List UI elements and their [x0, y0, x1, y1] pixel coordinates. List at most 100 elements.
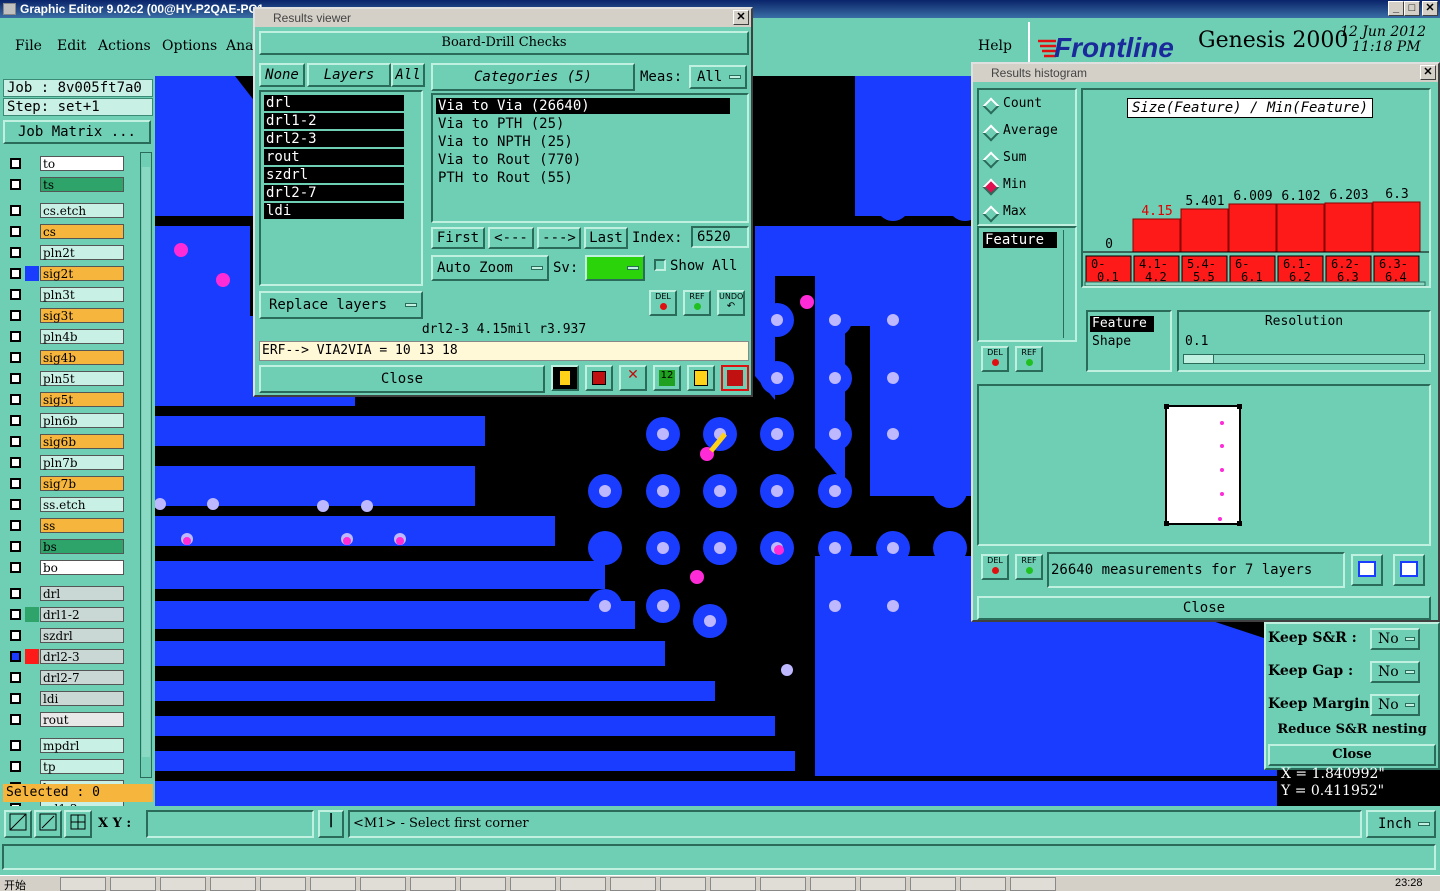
- layer-name[interactable]: sig5t: [40, 392, 124, 407]
- del-button[interactable]: DEL: [649, 290, 677, 316]
- layer-row[interactable]: ss: [6, 518, 125, 533]
- layer-name[interactable]: sig3t: [40, 308, 124, 323]
- histogram-bar[interactable]: [1372, 201, 1421, 253]
- layer-color-swatch[interactable]: [25, 266, 39, 281]
- layer-name[interactable]: pln5t: [40, 371, 124, 386]
- layer-checkbox[interactable]: [10, 179, 21, 190]
- layer-row[interactable]: pln5t: [6, 371, 125, 386]
- maximize-icon[interactable]: □: [1404, 1, 1420, 16]
- layer-row[interactable]: pln3t: [6, 287, 125, 302]
- keep-sr-dropdown[interactable]: No: [1370, 628, 1420, 650]
- layer-color-swatch[interactable]: [25, 455, 39, 470]
- undo-button[interactable]: UNDO ↶: [717, 290, 745, 316]
- chart-settings-icon[interactable]: [1393, 554, 1425, 586]
- layer-row[interactable]: sig6b: [6, 434, 125, 449]
- layer-name[interactable]: sig7b: [40, 476, 124, 491]
- layer-color-swatch[interactable]: [25, 607, 39, 622]
- histogram-icon[interactable]: [721, 365, 749, 391]
- ref-button[interactable]: REF: [683, 290, 711, 316]
- mode-radio-max[interactable]: [982, 205, 1000, 223]
- taskbar-item[interactable]: [310, 877, 356, 891]
- sv-color-dropdown[interactable]: [585, 255, 645, 281]
- layer-checkbox[interactable]: [10, 562, 21, 573]
- feature-shape-list[interactable]: Feature Shape: [1086, 310, 1172, 372]
- taskbar-item[interactable]: [410, 877, 456, 891]
- layer-checkbox[interactable]: [10, 394, 21, 405]
- menu-actions[interactable]: Actions: [98, 38, 151, 54]
- layer-name[interactable]: bo: [40, 560, 124, 575]
- layer-checkbox[interactable]: [10, 268, 21, 279]
- layer-checkbox[interactable]: [10, 630, 21, 641]
- layer-row[interactable]: bo: [6, 560, 125, 575]
- layer-color-swatch[interactable]: [25, 539, 39, 554]
- category-list-item[interactable]: Via to NPTH (25): [436, 134, 730, 150]
- layer-checkbox[interactable]: [10, 761, 21, 772]
- layer-color-swatch[interactable]: [25, 245, 39, 260]
- layer-row[interactable]: cs.etch: [6, 203, 125, 218]
- shape-option[interactable]: Shape: [1090, 334, 1154, 350]
- layer-row[interactable]: pln7b: [6, 455, 125, 470]
- taskbar-item[interactable]: [760, 877, 806, 891]
- menu-analysis[interactable]: Ana: [226, 38, 253, 54]
- taskbar-item[interactable]: [510, 877, 556, 891]
- layer-checkbox[interactable]: [10, 226, 21, 237]
- taskbar-item[interactable]: [560, 877, 606, 891]
- taskbar-item[interactable]: [260, 877, 306, 891]
- layer-color-swatch[interactable]: [25, 759, 39, 774]
- layer-color-swatch[interactable]: [25, 518, 39, 533]
- layer-color-swatch[interactable]: [25, 224, 39, 239]
- measure-icon[interactable]: [34, 810, 62, 838]
- feature-list[interactable]: Feature: [977, 226, 1077, 342]
- category-list-item[interactable]: Via to Via (26640): [436, 98, 730, 114]
- results-viewer-close-icon[interactable]: ✕: [733, 10, 749, 25]
- layer-checkbox[interactable]: [10, 693, 21, 704]
- layer-row[interactable]: drl2-7: [6, 670, 125, 685]
- feature-option[interactable]: Feature: [1090, 316, 1154, 332]
- layer-name[interactable]: ldi: [40, 691, 124, 706]
- layer-checkbox[interactable]: [10, 158, 21, 169]
- layer-name[interactable]: rout: [40, 712, 124, 727]
- histogram-bar[interactable]: [1276, 203, 1325, 253]
- histogram-bar[interactable]: [1132, 218, 1181, 253]
- keep-panel-close-button[interactable]: Close: [1268, 744, 1436, 766]
- layer-row[interactable]: mpdrl: [6, 738, 125, 753]
- layer-checkbox[interactable]: [10, 672, 21, 683]
- results-viewer-close-button[interactable]: Close: [259, 365, 545, 393]
- resolution-slider[interactable]: [1183, 354, 1425, 364]
- layer-checkbox[interactable]: [10, 331, 21, 342]
- layer-row[interactable]: pln6b: [6, 413, 125, 428]
- taskbar-item[interactable]: [910, 877, 956, 891]
- layer-name[interactable]: sig2t: [40, 266, 124, 281]
- histogram-ref-button[interactable]: REF: [1015, 346, 1043, 372]
- layer-row[interactable]: pln4b: [6, 329, 125, 344]
- layer-color-swatch[interactable]: [25, 560, 39, 575]
- layer-checkbox[interactable]: [10, 740, 21, 751]
- layer-name[interactable]: pln4b: [40, 329, 124, 344]
- layer-row[interactable]: drl2-3: [6, 649, 125, 664]
- mode-radio-count[interactable]: [982, 97, 1000, 115]
- layer-row[interactable]: pln2t: [6, 245, 125, 260]
- none-button[interactable]: None: [259, 63, 305, 87]
- taskbar-item[interactable]: [960, 877, 1006, 891]
- layer-name[interactable]: pln3t: [40, 287, 124, 302]
- layer-checkbox[interactable]: [10, 415, 21, 426]
- replace-layers-dropdown[interactable]: Replace layers: [259, 291, 423, 319]
- layer-color-swatch[interactable]: [25, 371, 39, 386]
- histogram-close-button[interactable]: Close: [977, 596, 1431, 620]
- histogram-del-button[interactable]: DEL: [981, 346, 1009, 372]
- mode-radio-average[interactable]: [982, 124, 1000, 142]
- close-icon[interactable]: ✕: [1422, 1, 1438, 16]
- layer-row[interactable]: ts: [6, 177, 125, 192]
- show-all-checkbox[interactable]: [654, 259, 666, 271]
- layer-color-swatch[interactable]: [25, 738, 39, 753]
- layer-name[interactable]: pln7b: [40, 455, 124, 470]
- next-button[interactable]: --->: [537, 227, 581, 249]
- layer-name[interactable]: ss.etch: [40, 497, 124, 512]
- menu-file[interactable]: File: [15, 38, 42, 54]
- layer-color-swatch[interactable]: [25, 434, 39, 449]
- layer-row[interactable]: bs: [6, 539, 125, 554]
- layer-color-swatch[interactable]: [25, 712, 39, 727]
- layer-list-item[interactable]: drl2-3: [264, 131, 404, 147]
- zoom-chart-icon[interactable]: [1351, 554, 1383, 586]
- taskbar-item[interactable]: [460, 877, 506, 891]
